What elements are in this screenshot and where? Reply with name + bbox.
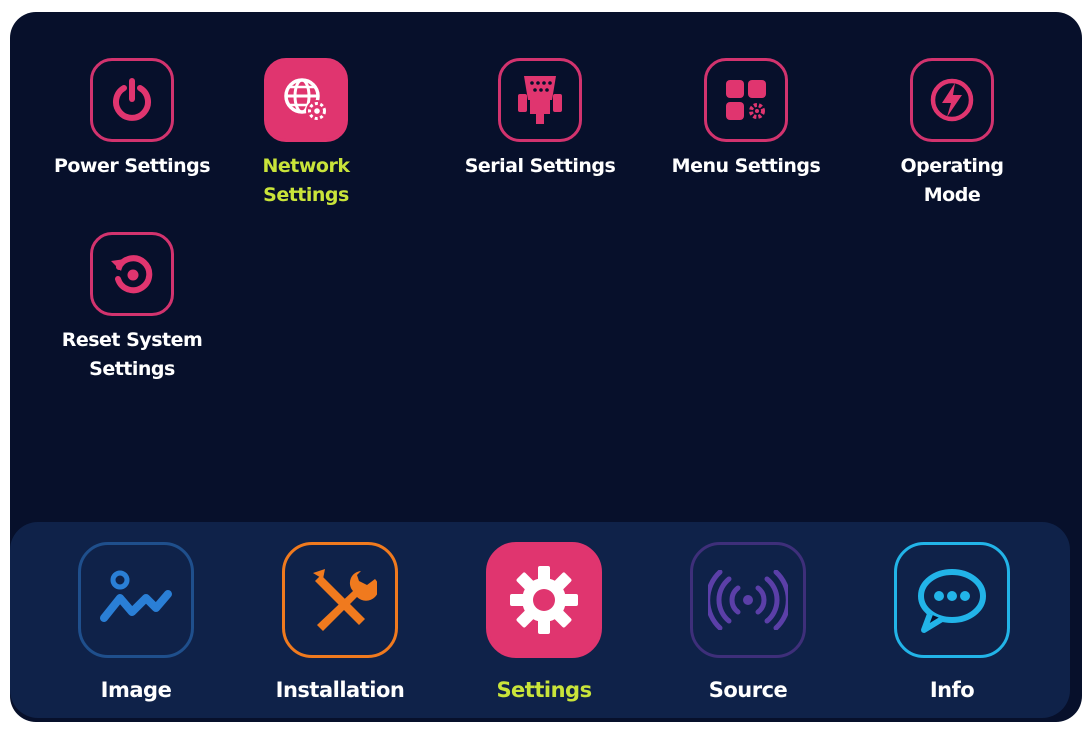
reset-system-tile [90, 232, 174, 316]
reset-icon [111, 255, 153, 294]
serial-settings-tile [498, 58, 582, 142]
settings-tile [486, 542, 602, 658]
nav-installation-label: Installation [275, 678, 405, 702]
nav-source[interactable]: Source [648, 542, 848, 702]
nav-info-label: Info [929, 678, 975, 702]
network-settings-tile [264, 58, 348, 142]
power-settings-tile [90, 58, 174, 142]
menu-settings-item[interactable]: Menu Settings [656, 58, 836, 181]
nav-settings-label: Settings [496, 678, 592, 702]
chat-bubble-icon [918, 569, 986, 633]
serial-settings-item[interactable]: Serial Settings [450, 58, 630, 181]
network-settings-label: Network Settings [262, 155, 350, 206]
reset-system-settings-label: Reset System Settings [61, 329, 203, 380]
bottom-nav-bar: Image Installation Settings Source Info [10, 522, 1070, 718]
settings-screen: Power Settings Network Settings Serial S… [10, 12, 1082, 722]
lightning-icon [930, 78, 974, 122]
broadcast-icon [708, 570, 788, 630]
nav-image[interactable]: Image [36, 542, 236, 702]
menu-settings-label: Menu Settings [671, 155, 821, 177]
operating-mode-label: Operating Mode [900, 155, 1004, 206]
menu-grid-icon [726, 80, 766, 120]
operating-mode-tile [910, 58, 994, 142]
menu-settings-tile [704, 58, 788, 142]
network-settings-item[interactable]: Network Settings [238, 58, 374, 210]
operating-mode-item[interactable]: Operating Mode [862, 58, 1042, 210]
nav-image-label: Image [100, 678, 172, 702]
installation-tile [282, 542, 398, 658]
power-settings-label: Power Settings [53, 155, 211, 177]
tools-icon [313, 569, 377, 631]
serial-port-icon [518, 76, 562, 124]
info-tile [894, 542, 1010, 658]
network-globe-icon [284, 78, 328, 122]
nav-settings[interactable]: Settings [444, 542, 644, 702]
image-chart-icon [100, 570, 172, 622]
serial-settings-label: Serial Settings [464, 155, 616, 177]
power-settings-item[interactable]: Power Settings [42, 58, 222, 181]
reset-system-settings-item[interactable]: Reset System Settings [42, 232, 222, 384]
gear-icon [510, 566, 578, 634]
source-tile [690, 542, 806, 658]
power-icon [113, 78, 151, 121]
image-tile [78, 542, 194, 658]
nav-installation[interactable]: Installation [240, 542, 440, 702]
nav-info[interactable]: Info [852, 542, 1052, 702]
nav-source-label: Source [708, 678, 788, 702]
